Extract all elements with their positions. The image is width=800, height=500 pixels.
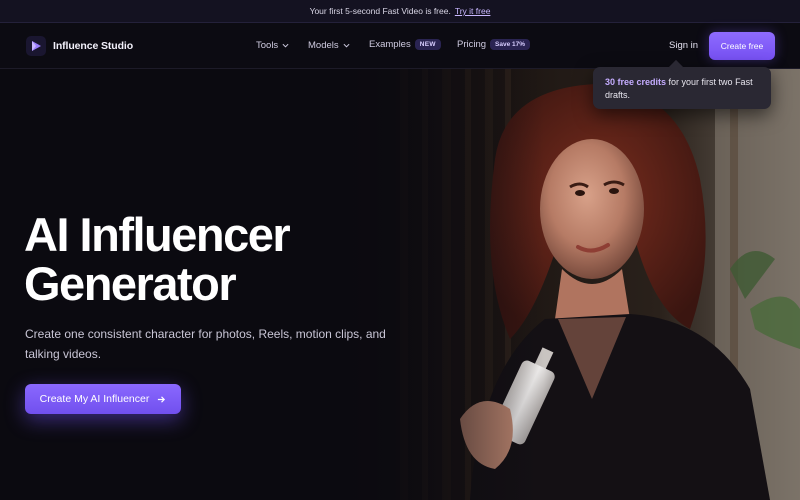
nav-examples-label: Examples [369, 39, 411, 50]
nav-pricing[interactable]: Pricing Save 17% [457, 39, 531, 50]
nav-examples[interactable]: Examples NEW [369, 39, 441, 50]
announcement-text: Your first 5-second Fast Video is free. [309, 6, 451, 16]
save-badge: Save 17% [490, 39, 531, 50]
brand-logo[interactable]: Influence Studio [26, 36, 133, 56]
hero-title-line-1: AI Influencer [24, 208, 291, 261]
hero-subtitle: Create one consistent character for phot… [25, 327, 386, 361]
play-logo-icon [26, 36, 46, 56]
nav-tools-label: Tools [256, 40, 279, 51]
new-badge: NEW [414, 39, 441, 50]
create-my-ai-influencer-button[interactable]: Create My AI Influencer [25, 384, 181, 414]
tooltip-highlight: 30 free credits [605, 77, 667, 87]
arrow-right-icon [158, 395, 166, 403]
free-credits-tooltip: 30 free credits for your first two Fast … [593, 67, 771, 109]
cta-label: Create My AI Influencer [39, 393, 150, 405]
hero-title: AI Influencer Generator [24, 210, 344, 308]
announcement-bar: Your first 5-second Fast Video is free. … [0, 0, 800, 23]
nav-pricing-label: Pricing [457, 39, 487, 50]
nav-models[interactable]: Models [308, 40, 350, 51]
nav-models-label: Models [308, 40, 339, 51]
nav-tools[interactable]: Tools [256, 40, 289, 51]
try-it-free-link[interactable]: Try it free [455, 6, 491, 16]
chevron-down-icon [343, 43, 350, 48]
sign-in-link[interactable]: Sign in [669, 40, 698, 51]
top-navigation: Influence Studio Tools Models Examples N… [0, 23, 800, 69]
create-free-button[interactable]: Create free [709, 32, 775, 60]
chevron-down-icon [282, 43, 289, 48]
hero-portrait-image [330, 69, 800, 500]
hero-title-line-2: Generator [24, 257, 237, 310]
brand-name: Influence Studio [53, 40, 134, 52]
